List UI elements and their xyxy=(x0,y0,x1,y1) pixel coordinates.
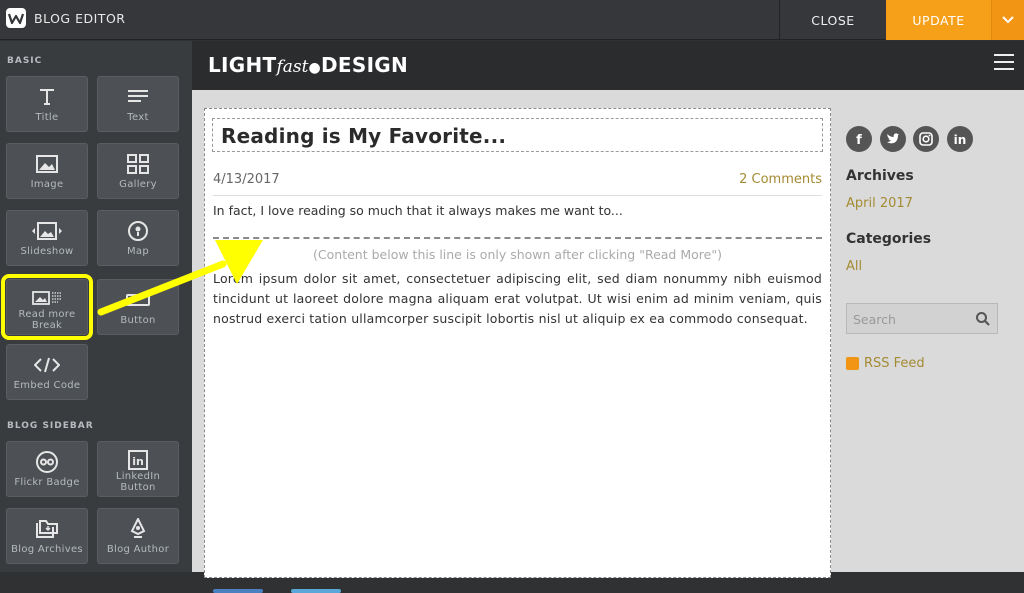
archives-heading: Archives xyxy=(846,168,914,184)
tile-label: Blog Archives xyxy=(11,544,83,555)
slideshow-icon xyxy=(32,222,62,240)
image-icon xyxy=(36,155,58,173)
site-header: LIGHTfast●DESIGN xyxy=(192,41,1024,90)
blog-post-container[interactable]: Reading is My Favorite... 4/13/2017 2 Co… xyxy=(204,108,831,593)
brand-light: LIGHT xyxy=(208,53,277,77)
post-divider xyxy=(213,195,822,196)
categories-link[interactable]: All xyxy=(846,259,862,274)
author-icon xyxy=(130,518,146,538)
update-button[interactable]: UPDATE xyxy=(886,0,991,40)
tile-label: Slideshow xyxy=(20,246,74,257)
code-icon xyxy=(34,357,60,373)
share-button-facebook[interactable] xyxy=(213,589,263,593)
tile-linkedin-button[interactable]: in LinkedIn Button xyxy=(97,441,179,497)
annotation-arrow-icon xyxy=(97,240,263,316)
tile-blog-archives[interactable]: Blog Archives xyxy=(6,508,88,564)
tile-label: Image xyxy=(30,179,64,190)
tile-label: Read more Break xyxy=(18,309,76,331)
tile-label: Flickr Badge xyxy=(14,477,80,488)
text-icon xyxy=(128,90,148,102)
close-button[interactable]: CLOSE xyxy=(779,0,886,40)
site-brand-logo[interactable]: LIGHTfast●DESIGN xyxy=(208,53,408,77)
blog-search-box xyxy=(846,303,998,334)
flickr-icon xyxy=(36,451,58,473)
svg-text:in: in xyxy=(954,133,967,146)
tile-label: LinkedIn Button xyxy=(115,471,161,493)
tile-slideshow[interactable]: Slideshow xyxy=(6,210,88,266)
tile-label: Gallery xyxy=(119,179,157,190)
tile-read-more-break[interactable]: Read more Break xyxy=(1,274,93,340)
editor-topbar: BLOG EDITOR CLOSE UPDATE xyxy=(0,0,1024,40)
post-comments-link[interactable]: 2 Comments xyxy=(739,172,822,187)
read-more-break-icon xyxy=(32,291,61,305)
read-more-break-note: (Content below this line is only shown a… xyxy=(313,247,722,262)
post-title[interactable]: Reading is My Favorite... xyxy=(221,124,506,148)
brand-dot-icon: ● xyxy=(308,60,321,76)
twitter-icon[interactable] xyxy=(880,126,906,152)
svg-text:f: f xyxy=(856,133,862,146)
tile-title[interactable]: Title xyxy=(6,76,88,132)
tile-image[interactable]: Image xyxy=(6,143,88,199)
page-canvas: Reading is My Favorite... 4/13/2017 2 Co… xyxy=(192,90,1024,593)
weebly-logo-icon xyxy=(6,8,26,28)
search-input[interactable] xyxy=(853,310,971,328)
read-more-break-line[interactable] xyxy=(213,237,822,239)
gallery-icon xyxy=(127,154,149,174)
share-button-twitter[interactable] xyxy=(291,589,341,593)
linkedin-social-icon[interactable]: in xyxy=(947,126,973,152)
tile-flickr-badge[interactable]: Flickr Badge xyxy=(6,441,88,497)
linkedin-icon: in xyxy=(128,450,148,470)
section-label-blog-sidebar: BLOG SIDEBAR xyxy=(7,421,94,431)
post-title-box[interactable]: Reading is My Favorite... xyxy=(212,118,823,152)
post-excerpt[interactable]: In fact, I love reading so much that it … xyxy=(213,203,623,218)
tile-label: Blog Author xyxy=(106,544,170,555)
search-icon[interactable] xyxy=(975,311,991,327)
facebook-icon[interactable]: f xyxy=(846,126,872,152)
menu-hamburger-icon[interactable] xyxy=(994,54,1014,70)
categories-heading: Categories xyxy=(846,231,932,247)
brand-fast: fast xyxy=(276,57,309,77)
tile-label: Embed Code xyxy=(13,380,81,391)
app-title: BLOG EDITOR xyxy=(34,11,126,26)
update-dropdown-button[interactable] xyxy=(991,0,1024,40)
rss-feed-label: RSS Feed xyxy=(864,356,925,371)
tile-embed-code[interactable]: Embed Code xyxy=(6,344,88,400)
tile-label: Title xyxy=(35,112,59,123)
tile-gallery[interactable]: Gallery xyxy=(97,143,179,199)
post-body-text[interactable]: Lorem ipsum dolor sit amet, consectetuer… xyxy=(213,269,822,329)
svg-text:in: in xyxy=(132,455,144,468)
instagram-icon[interactable] xyxy=(913,126,939,152)
chevron-down-icon xyxy=(1002,16,1014,24)
post-date: 4/13/2017 xyxy=(213,172,280,187)
tile-blog-author[interactable]: Blog Author xyxy=(97,508,179,564)
tile-text[interactable]: Text xyxy=(97,76,179,132)
title-icon xyxy=(40,89,54,105)
tile-label: Text xyxy=(127,112,149,123)
brand-design: DESIGN xyxy=(321,53,409,77)
rss-icon xyxy=(846,357,859,370)
archives-link[interactable]: April 2017 xyxy=(846,196,913,211)
archive-icon xyxy=(36,520,58,538)
section-label-basic: BASIC xyxy=(7,56,43,66)
